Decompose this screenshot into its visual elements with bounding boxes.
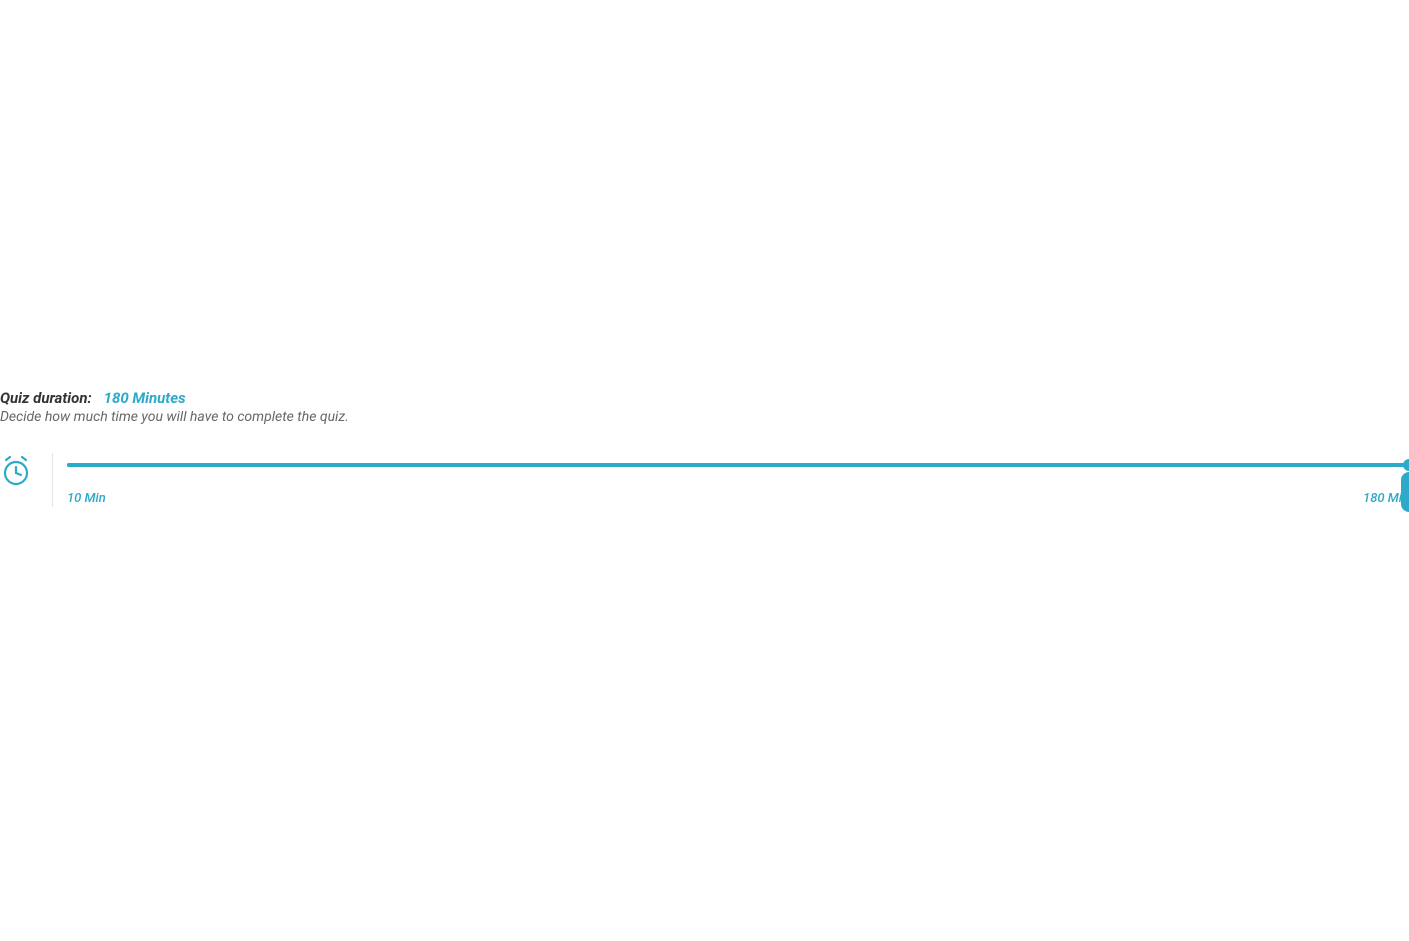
slider-fill: [67, 463, 1409, 467]
slider-labels: 10 Min 180 Min: [67, 491, 1409, 506]
duration-value: 180 Minutes: [104, 389, 186, 407]
duration-header: Quiz duration: 180 Minutes: [0, 389, 1409, 407]
slider-min-label: 10 Min: [67, 491, 106, 506]
side-accent-handle[interactable]: [1401, 472, 1409, 512]
slider-thumb[interactable]: [1403, 459, 1409, 471]
duration-slider-container: 10 Min 180 Min: [67, 453, 1409, 506]
quiz-duration-section: Quiz duration: 180 Minutes Decide how mu…: [0, 389, 1409, 507]
duration-label: Quiz duration:: [0, 389, 92, 407]
clock-icon-wrap: [0, 453, 36, 487]
duration-slider-row: 10 Min 180 Min: [0, 453, 1409, 507]
divider: [52, 453, 53, 507]
clock-icon: [0, 455, 32, 487]
duration-slider[interactable]: [67, 463, 1409, 467]
duration-help-text: Decide how much time you will have to co…: [0, 409, 1409, 425]
